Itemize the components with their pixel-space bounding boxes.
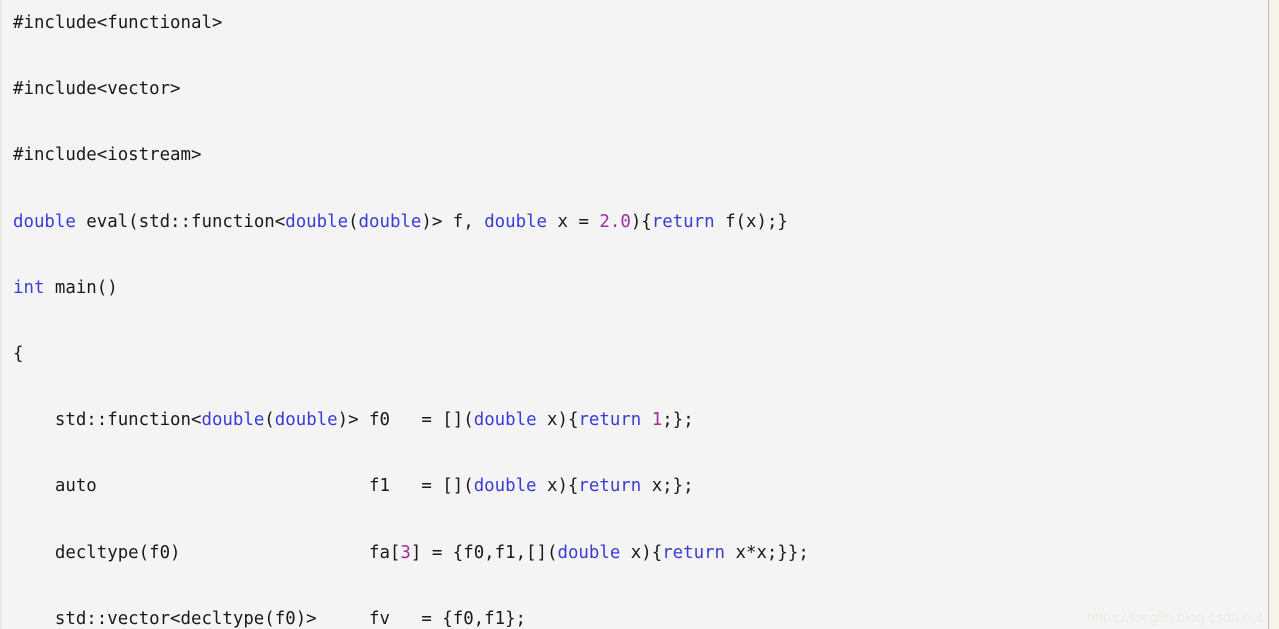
code-token-plain: f(x);} [714,211,788,232]
code-token-kw: return [662,542,726,563]
code-line: #include<functional> [13,7,809,40]
code-token-plain: main() [44,277,118,298]
code-token-plain: ( [264,410,275,431]
code-line: #include<vector> [13,73,809,106]
code-listing[interactable]: #include<functional> #include<vector> #i… [2,0,809,629]
code-token-plain: )> f, [421,211,485,232]
code-token-kw: int [13,277,45,298]
code-token-plain: auto f1 = []( [13,476,474,497]
code-token-plain: x*x;}}; [725,542,809,563]
code-token-kw: double [473,410,537,431]
code-token-kw: return [578,476,642,497]
code-token-kw: return [651,211,715,232]
code-line: std::vector<decltype(f0)> fv = {f0,f1}; [13,603,809,629]
code-line: auto f1 = [](double x){return x;}; [13,470,809,503]
code-token-plain: decltype(f0) fa[ [13,542,401,563]
code-line: decltype(f0) fa[3] = {f0,f1,[](double x)… [13,537,809,570]
code-token-plain: x){ [620,542,663,563]
code-token-kw: double [201,410,265,431]
code-token-num: 1 [651,410,663,431]
code-token-plain: ( [348,211,359,232]
code-token-kw: return [578,410,642,431]
code-token-plain: )> f0 = []( [337,410,474,431]
code-line: double eval(std::function<double(double)… [13,206,809,239]
code-token-plain: std::vector<decltype(f0)> fv = {f0,f1}; [13,608,527,629]
watermark-text: https://tonglin.blog.csdn.net [1086,609,1263,625]
code-token-kw: double [557,542,621,563]
code-token-plain: x){ [536,410,579,431]
code-token-kw: double [285,211,349,232]
code-token-plain: eval(std::function< [75,211,286,232]
code-token-plain: ;}; [662,410,694,431]
code-token-num: 3 [400,542,411,563]
code-token-kw: double [274,410,338,431]
code-token-kw: double [484,211,548,232]
code-line: int main() [13,272,809,305]
right-margin-strip [1269,0,1279,629]
code-token-kw: double [13,211,76,232]
code-token-plain: std::function< [13,410,202,431]
code-token-plain: x){ [536,476,579,497]
code-token-plain: { [13,343,24,364]
code-viewer[interactable]: #include<functional> #include<vector> #i… [0,0,1279,629]
code-line: #include<iostream> [13,139,809,172]
code-token-pre: #include<vector> [13,79,181,100]
code-token-kw: double [358,211,422,232]
code-token-plain: ){ [630,211,652,232]
code-line: std::function<double(double)> f0 = [](do… [13,404,809,437]
code-token-kw: double [473,476,537,497]
code-line: { [13,338,809,371]
code-token-plain: ] = {f0,f1,[]( [410,542,558,563]
code-token-num: 2.0 [599,211,631,232]
code-token-plain: x;}; [641,476,694,497]
code-token-plain: x = [547,211,600,232]
code-token-pre: #include<functional> [13,13,223,33]
code-token-pre: #include<iostream> [13,145,202,166]
